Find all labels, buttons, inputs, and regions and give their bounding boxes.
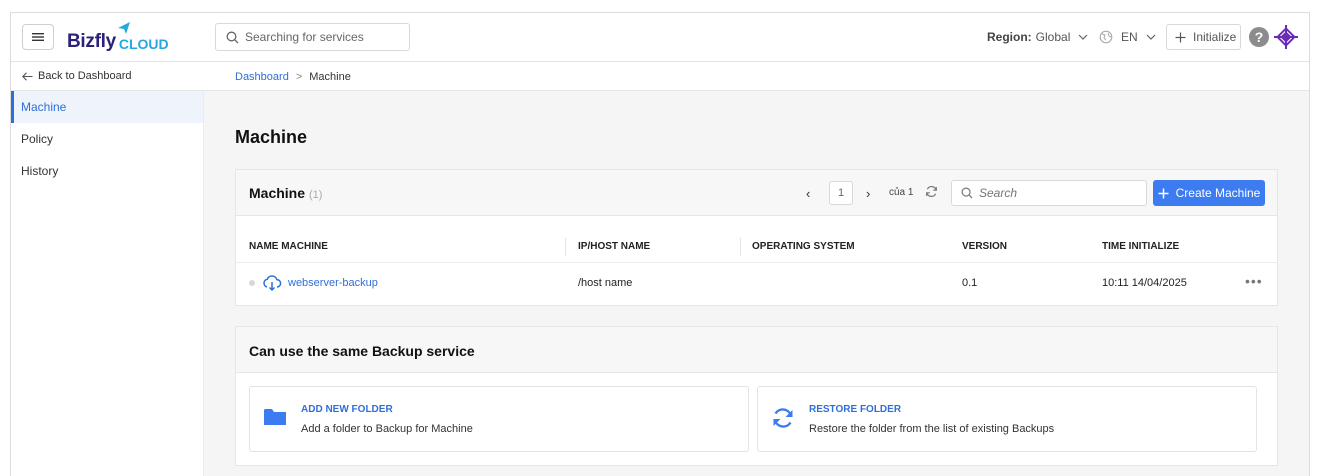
arrow-left-icon — [22, 71, 33, 81]
create-machine-label: Create Machine — [1175, 186, 1261, 200]
brand-sub: CLOUD — [118, 36, 169, 52]
service-search[interactable] — [215, 23, 410, 51]
column-version[interactable]: VERSION — [962, 241, 1007, 252]
help-icon[interactable]: ? — [1249, 27, 1269, 47]
add-new-folder-desc: Add a folder to Backup for Machine — [301, 423, 473, 435]
plus-icon — [1175, 32, 1186, 42]
service-search-input[interactable] — [245, 30, 395, 44]
initialize-button[interactable]: Initialize — [1166, 24, 1241, 50]
brand-name: Bizfly — [67, 31, 116, 52]
top-bar: Bizfly CLOUD Region: Global EN Initializ… — [11, 13, 1309, 62]
chevron-down-icon — [1078, 34, 1088, 40]
sidebar: Machine Policy History — [11, 91, 204, 476]
table-row[interactable]: webserver-backup /host name 0.1 10:11 14… — [236, 263, 1277, 305]
region-selector[interactable]: Region: Global — [987, 30, 1088, 44]
column-name-machine[interactable]: NAME MACHINE — [249, 241, 328, 252]
column-divider — [740, 238, 741, 256]
status-dot — [249, 280, 255, 286]
sub-header — [11, 62, 1309, 91]
machine-count: (1) — [309, 189, 323, 201]
paper-plane-icon — [118, 22, 130, 34]
app-window: Bizfly CLOUD Region: Global EN Initializ… — [10, 12, 1310, 476]
region-value: Global — [1035, 30, 1071, 44]
chevron-down-icon — [1146, 34, 1156, 40]
column-operating-system[interactable]: OPERATING SYSTEM — [752, 241, 855, 252]
machine-search-input[interactable] — [979, 186, 1129, 200]
initialize-label: Initialize — [1193, 30, 1237, 44]
create-machine-button[interactable]: Create Machine — [1153, 180, 1265, 206]
globe-icon — [1099, 30, 1113, 44]
search-icon — [226, 31, 239, 43]
region-label: Region: — [987, 30, 1032, 44]
language-selector[interactable]: EN — [1099, 30, 1156, 44]
language-value: EN — [1121, 30, 1138, 44]
menu-button[interactable] — [22, 24, 54, 50]
machine-card-title-text: Machine — [249, 185, 306, 201]
machine-card: Machine(1) ‹ 1 › của 1 Create Machine NA… — [235, 169, 1278, 306]
folder-icon — [264, 409, 286, 425]
page-title: Machine — [235, 127, 308, 147]
page-number-input[interactable]: 1 — [829, 181, 853, 205]
breadcrumb-dashboard[interactable]: Dashboard — [235, 71, 289, 83]
machine-name-link[interactable]: webserver-backup — [249, 275, 378, 291]
cloud-sync-icon — [263, 275, 282, 291]
restore-icon — [773, 408, 793, 428]
same-service-header: Can use the same Backup service — [236, 327, 1277, 373]
add-new-folder-title: ADD NEW FOLDER — [301, 404, 393, 415]
column-time-initialize[interactable]: TIME INITIALIZE — [1102, 241, 1179, 252]
same-service-title: Can use the same Backup service — [249, 343, 475, 359]
hamburger-icon — [32, 33, 44, 41]
machine-host: /host name — [578, 277, 633, 289]
column-divider — [565, 238, 566, 256]
search-icon — [961, 187, 973, 199]
avatar-icon[interactable] — [1273, 24, 1299, 50]
sidebar-item-policy[interactable]: Policy — [11, 123, 203, 155]
sidebar-item-machine[interactable]: Machine — [11, 91, 203, 123]
brand-logo[interactable]: Bizfly CLOUD — [67, 22, 169, 53]
machine-search[interactable] — [951, 180, 1147, 206]
back-to-dashboard-link[interactable]: Back to Dashboard — [22, 70, 132, 82]
next-page-button[interactable]: › — [866, 186, 870, 201]
breadcrumb-separator: > — [295, 71, 303, 83]
machine-card-header: Machine(1) ‹ 1 › của 1 Create Machine — [236, 170, 1277, 216]
breadcrumb: Dashboard > Machine — [235, 71, 351, 83]
restore-folder-title: RESTORE FOLDER — [809, 404, 902, 415]
prev-page-button[interactable]: ‹ — [806, 186, 810, 201]
restore-folder-option[interactable]: RESTORE FOLDER Restore the folder from t… — [757, 386, 1257, 452]
plus-icon — [1158, 188, 1169, 198]
page-total: của 1 — [889, 187, 914, 198]
table-header: NAME MACHINE IP/HOST NAME OPERATING SYST… — [236, 229, 1277, 263]
sidebar-item-history[interactable]: History — [11, 155, 203, 187]
machine-card-title: Machine (1) — [249, 185, 322, 201]
back-label: Back to Dashboard — [38, 70, 132, 82]
machine-version: 0.1 — [962, 277, 978, 289]
refresh-icon[interactable] — [925, 185, 938, 198]
row-actions-button[interactable]: ••• — [1245, 273, 1263, 289]
machine-time: 10:11 14/04/2025 — [1102, 277, 1187, 289]
machine-name: webserver-backup — [288, 277, 378, 289]
add-new-folder-option[interactable]: ADD NEW FOLDER Add a folder to Backup fo… — [249, 386, 749, 452]
same-service-card: Can use the same Backup service ADD NEW … — [235, 326, 1278, 466]
breadcrumb-machine: Machine — [309, 71, 351, 83]
restore-folder-desc: Restore the folder from the list of exis… — [809, 423, 1055, 435]
column-ip-host[interactable]: IP/HOST NAME — [578, 241, 650, 252]
